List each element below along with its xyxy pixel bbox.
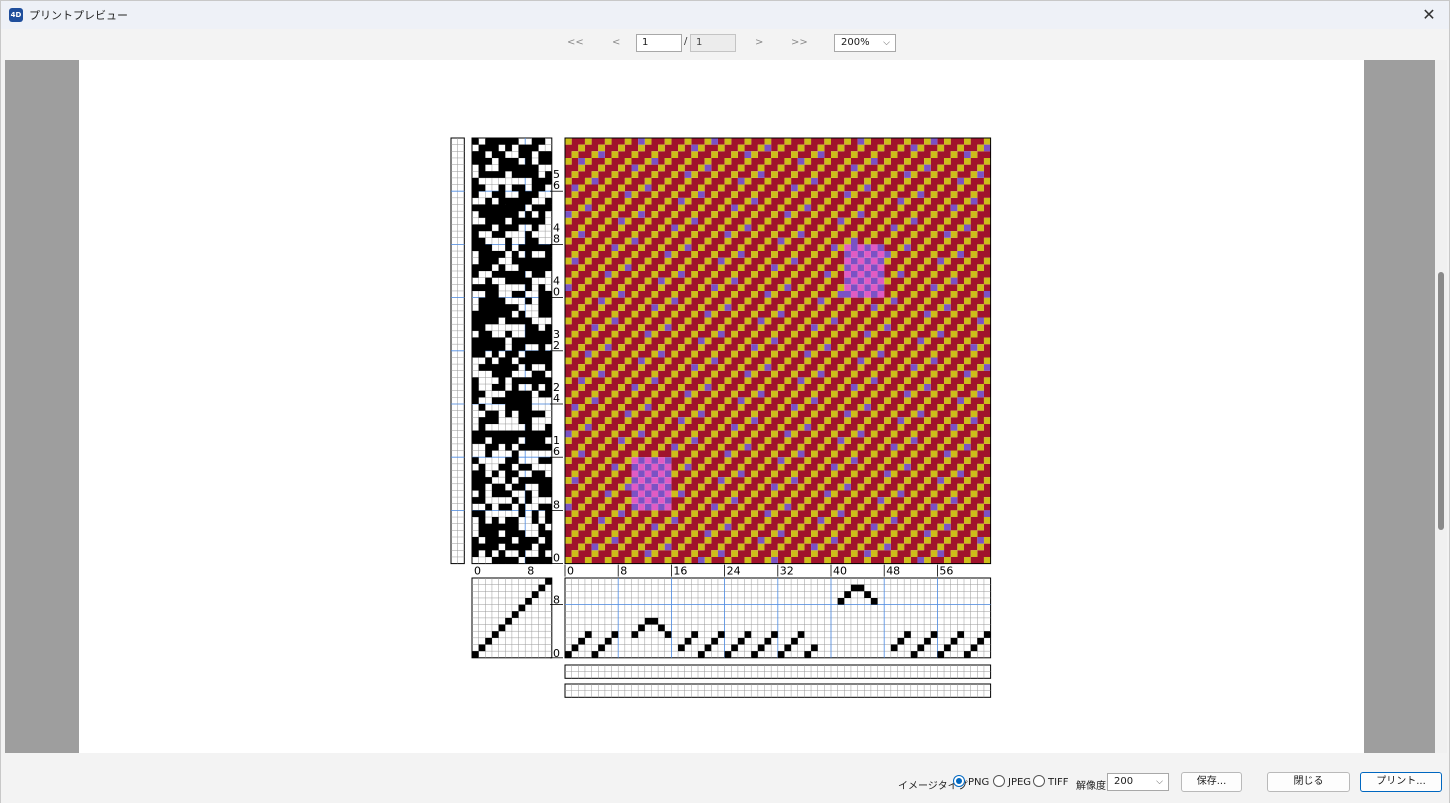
weft-label: 16 <box>553 434 560 458</box>
footer-bar: イメージタイプ PNG JPEG TIFF 解像度 200 ⌵ 保存... 閉じ… <box>1 753 1449 803</box>
warp-label: 16 <box>673 565 687 578</box>
print-button[interactable]: プリント... <box>1360 772 1442 792</box>
warp-label: 32 <box>780 565 794 578</box>
weft-label: 56 <box>553 168 560 192</box>
save-button[interactable]: 保存... <box>1181 772 1242 792</box>
weft-label: 48 <box>553 221 560 245</box>
chevron-down-icon: ⌵ <box>1156 777 1163 787</box>
vertical-scrollbar[interactable] <box>1435 60 1447 753</box>
resolution-label: 解像度 <box>1076 781 1106 792</box>
drawdown-pattern <box>564 137 992 565</box>
png-label: PNG <box>968 777 990 788</box>
print-preview-window: 4D プリントプレビュー ✕ << < 1 / 1 > >> 200% ⌵ 56… <box>0 0 1450 803</box>
zoom-value: 200% <box>841 37 870 48</box>
jpeg-label: JPEG <box>1008 777 1032 788</box>
weft-label: 40 <box>553 275 560 299</box>
weft-label: 24 <box>553 381 560 405</box>
resolution-select[interactable]: 200 ⌵ <box>1107 773 1169 791</box>
warp-label: 48 <box>886 565 900 578</box>
next-page-button[interactable]: > <box>755 37 763 48</box>
weft-label: 32 <box>553 328 560 352</box>
scrollbar-thumb[interactable] <box>1438 272 1444 530</box>
warp-label: 8 <box>620 565 627 578</box>
warp-label: 0 <box>567 565 574 578</box>
close-button[interactable]: 閉じる <box>1267 772 1350 792</box>
last-page-button[interactable]: >> <box>791 37 808 48</box>
window-title: プリントプレビュー <box>29 9 128 22</box>
weave-draft: 5 64 84 03 22 41 680 0 8 16 24 32 40 48 560 8 80 <box>450 137 992 698</box>
jpeg-radio[interactable] <box>993 775 1005 787</box>
weft-label: 8 <box>553 498 560 511</box>
current-page-input[interactable]: 1 <box>636 34 682 52</box>
prev-page-button[interactable]: < <box>612 37 620 48</box>
threading-grid <box>564 577 992 659</box>
chevron-down-icon: ⌵ <box>883 38 890 48</box>
tiff-radio[interactable] <box>1033 775 1045 787</box>
close-icon[interactable]: ✕ <box>1419 5 1439 25</box>
left-strip <box>450 137 465 565</box>
warp-label: 40 <box>833 565 847 578</box>
warp-label: 56 <box>939 565 953 578</box>
page-separator: / <box>684 36 688 47</box>
navigation-toolbar: << < 1 / 1 > >> 200% ⌵ <box>1 29 1449 59</box>
color-strips <box>564 664 992 698</box>
weft-label: 0 <box>553 552 560 565</box>
first-page-button[interactable]: << <box>567 37 584 48</box>
app-icon: 4D <box>9 8 23 22</box>
png-radio[interactable] <box>953 775 965 787</box>
title-bar: 4D プリントプレビュー ✕ <box>1 1 1449 29</box>
tieup-grid: 80 <box>471 577 563 660</box>
tieup-x-label: 0 <box>474 565 481 578</box>
tiff-label: TIFF <box>1048 777 1069 788</box>
warp-number-labels: 0 8 16 24 32 40 48 56 0 8 <box>474 565 953 578</box>
tieup-x-label: 8 <box>527 565 534 578</box>
warp-label: 24 <box>727 565 741 578</box>
resolution-value: 200 <box>1114 776 1134 787</box>
preview-page: 56484032241680 0 8 16 24 32 40 48 56 0 8 80 <box>79 60 1364 753</box>
zoom-select[interactable]: 200% ⌵ <box>834 34 896 52</box>
total-pages-field: 1 <box>690 34 736 52</box>
preview-area: 56484032241680 0 8 16 24 32 40 48 56 0 8 80 <box>5 60 1435 753</box>
treadling-grid <box>471 137 553 565</box>
